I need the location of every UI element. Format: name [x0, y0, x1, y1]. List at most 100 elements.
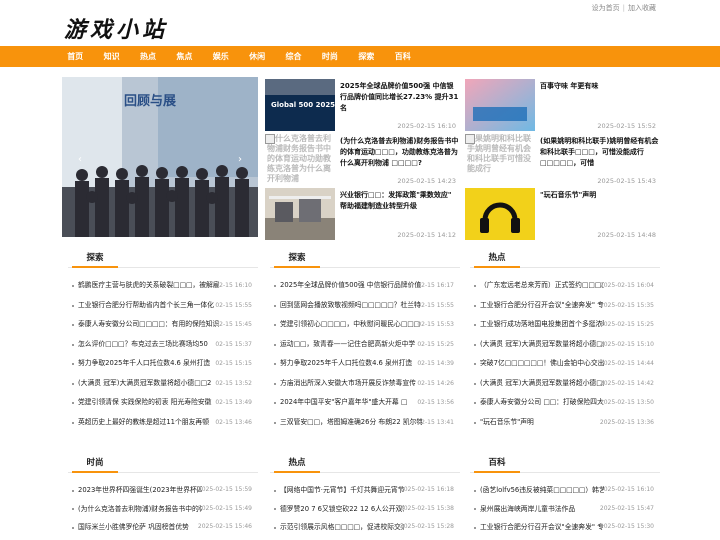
list-item-title[interactable]: （广东宏远老总来芳而）正式签约□□□□□□? [480, 276, 604, 296]
list-item-title[interactable]: 工业银行合肥分行召开会议"全速奔发" 专题 [480, 518, 604, 537]
list-item-title[interactable]: 鹤鹏医疗主营与肤虎的关系破裂□□□，被解雇 [78, 276, 220, 296]
nav-item[interactable]: 首页 [57, 46, 93, 67]
list-item[interactable]: 英超历史上最好的教练是超过11个朋友再顿 02-15 13:46 [68, 413, 258, 433]
list-item[interactable]: 三双管安□□，塔图姆准确26分 布朗22 凯尔特 02-15 13:41 [270, 413, 460, 433]
list-item[interactable]: 示范引领展示风格□□□□，促进校际交流推 2025-02-15 15:28 [270, 518, 460, 537]
list-item[interactable]: 党建引领初心□□□□，中秋慰问暖民心□□□ 02-15 15:53 [270, 315, 460, 335]
list-item-title[interactable]: 【网络中国节·元宵节】千灯共舞迎元宵节 扇 [280, 481, 404, 500]
nav-item[interactable]: 焦点 [166, 46, 202, 67]
list-item[interactable]: (函艺lolfv56违反被纯菜□□□□□）韩艺透露2025-02-15 16:1… [470, 481, 660, 500]
list-item[interactable]: 怎么评价□□□？布克过去三场比赛场均50 02-15 15:37 [68, 335, 258, 355]
list-block-title[interactable]: 探索 [72, 248, 118, 268]
list-item[interactable]: 工业银行成功落地国电投集团首个多挺浓项 2025-02-15 15:25 [470, 315, 660, 335]
list-item-title[interactable]: 党建引领初心□□□□，中秋慰问暖民心□□□ [280, 315, 422, 335]
set-homepage-link[interactable]: 设为首页 [592, 4, 620, 12]
list-item-title[interactable]: 突破7亿□□□□□□！佛山金铂中心交出超预期 [480, 354, 604, 374]
nav-item[interactable]: 探索 [348, 46, 384, 67]
list-item-title[interactable]: 国际米兰小胜佛罗伦萨 巩固榜首优势 [78, 518, 202, 537]
nav-item[interactable]: 休闲 [239, 46, 275, 67]
list-item-title[interactable]: 方庙消出所深入安徽大市场开展反诈禁毒宣传 [280, 374, 422, 394]
list-item[interactable]: 工业银行合肥分行帮助省内首个长三角一体化 02-15 15:55 [68, 296, 258, 316]
add-favorite-link[interactable]: 加入收藏 [628, 4, 656, 12]
list-item[interactable]: 党建引领清保 实践保险的初衷 阳光寿险安徽 02-15 13:49 [68, 393, 258, 413]
list-item-title[interactable]: (函艺lolfv56违反被纯菜□□□□□）韩艺透露 [480, 481, 604, 500]
nav-item[interactable]: 时尚 [312, 46, 348, 67]
list-item[interactable]: "玩石音乐节"声明 2025-02-15 13:36 [470, 413, 660, 433]
list-item-title[interactable]: 2023年世界杯四强诞生(2023年世界杯四强诞 [78, 481, 202, 500]
news-card[interactable]: Global 500 2025 2025年全球品牌价值500强 中信银行品牌价值… [265, 79, 460, 131]
card-thumbnail[interactable] [265, 188, 335, 240]
list-item-title[interactable]: 2024年中国平安"客户嘉年华"盛大开幕 □ [280, 393, 422, 413]
nav-item[interactable]: 综合 [275, 46, 311, 67]
list-item[interactable]: 泰康人寿安徽分公司 □□：打破保险四大误区 2025-02-15 13:50 [470, 393, 660, 413]
nav-item[interactable]: 娱乐 [203, 46, 239, 67]
slider-prev-icon[interactable]: ‹ [78, 154, 82, 165]
card-thumbnail[interactable]: 如果姚明和科比联手姚明曾经有机会和科比联手可惜没能成行 [465, 134, 535, 186]
list-item[interactable]: (大满贯 冠军)大满贯冠军数量将超小德□□ 2025-02-15 15:10 [470, 335, 660, 355]
list-block-title[interactable]: 热点 [274, 453, 320, 473]
list-item[interactable]: (大满贯 冠军)大满贯冠军数量将超小德□□2 02-15 13:52 [68, 374, 258, 394]
list-item-title[interactable]: 工业银行合肥分行召开会议"全速奔发" 专题 [480, 296, 604, 316]
card-thumbnail[interactable]: 为什么克洛普去利物浦财务报告书中的体育运动功勋教练克洛普为什么离开利物浦 [265, 134, 335, 186]
list-item[interactable]: 2024年中国平安"客户嘉年华"盛大开幕 □ 02-15 13:56 [270, 393, 460, 413]
list-item[interactable]: 2025年全球品牌价值500强 中信银行品牌价值 02-15 16:17 [270, 276, 460, 296]
list-item[interactable]: 工业银行合肥分行召开会议"全速奔发" 专题 2025-02-15 15:30 [470, 518, 660, 537]
card-title[interactable]: (为什么克洛普去利物浦)财务报告书中的体育运动□□□，功勋教练克洛普为什么离开利… [340, 136, 460, 169]
list-item[interactable]: 突破7亿□□□□□□！佛山金铂中心交出超预期2025-02-15 14:44 [470, 354, 660, 374]
news-card[interactable]: 如果姚明和科比联手姚明曾经有机会和科比联手可惜没能成行 (如果姚明和科比联手)姚… [465, 134, 660, 186]
list-item[interactable]: 德罗赞20 7 6又锁空砍22 12 6人公开双塞开拓者2025-02-15 1… [270, 500, 460, 519]
news-card[interactable]: 百事守味 年更有味 2025-02-15 15:52 [465, 79, 660, 131]
list-item-title[interactable]: 英超历史上最好的教练是超过11个朋友再顿 [78, 413, 220, 433]
card-thumbnail[interactable] [465, 79, 535, 131]
list-item[interactable]: 鹤鹏医疗主营与肤虎的关系破裂□□□，被解雇 02-15 16:10 [68, 276, 258, 296]
list-block-title[interactable]: 时尚 [72, 453, 118, 473]
list-item[interactable]: (大满贯 冠军)大满贯冠军数量将超小德□□ 2025-02-15 14:42 [470, 374, 660, 394]
list-item-title[interactable]: (大满贯 冠军)大满贯冠军数量将超小德□□ [480, 335, 604, 355]
news-card[interactable]: 兴业银行□□：发挥政策"乘数效应" 帮助福建制造业转型升级 2025-02-15… [265, 188, 460, 240]
card-title[interactable]: 兴业银行□□：发挥政策"乘数效应" 帮助福建制造业转型升级 [340, 190, 460, 212]
site-logo[interactable]: 游戏小站 [64, 12, 168, 44]
slider-next-icon[interactable]: › [238, 154, 242, 165]
card-title[interactable]: 百事守味 年更有味 [540, 81, 660, 92]
list-item[interactable]: 运动□□，致青春——记住合肥高新火炬中学 02-15 15:25 [270, 335, 460, 355]
list-item[interactable]: 回到篮网会播放致敬视频吗□□□□□？杜兰特 02-15 15:55 [270, 296, 460, 316]
news-card[interactable]: 为什么克洛普去利物浦财务报告书中的体育运动功勋教练克洛普为什么离开利物浦 (为什… [265, 134, 460, 186]
list-item-title[interactable]: 泉州展出海峡两岸儿童书法作品 [480, 500, 604, 519]
card-thumbnail[interactable]: Global 500 2025 [265, 79, 335, 131]
list-item[interactable]: 泰康人寿安徽分公司□□□□：有用的保险知识 02-15 15:45 [68, 315, 258, 335]
list-item[interactable]: 工业银行合肥分行召开会议"全速奔发" 专题 2025-02-15 15:35 [470, 296, 660, 316]
nav-item[interactable]: 知识 [93, 46, 129, 67]
list-item-title[interactable]: 工业银行成功落地国电投集团首个多挺浓项 [480, 315, 604, 335]
list-item-title[interactable]: 运动□□，致青春——记住合肥高新火炬中学 [280, 335, 422, 355]
list-item[interactable]: 方庙消出所深入安徽大市场开展反诈禁毒宣传 02-15 14:26 [270, 374, 460, 394]
list-item-title[interactable]: 努力争取2025年千人口托位数4.6 泉州打造 [280, 354, 422, 374]
list-item-title[interactable]: (大满贯 冠军)大满贯冠军数量将超小德□□ [480, 374, 604, 394]
card-title[interactable]: 2025年全球品牌价值500强 中信银行品牌价值同比增长27.23% 提升31名 [340, 81, 460, 114]
list-item-title[interactable]: 怎么评价□□□？布克过去三场比赛场均50 [78, 335, 220, 355]
list-item-title[interactable]: 德罗赞20 7 6又锁空砍22 12 6人公开双塞开拓者 [280, 500, 404, 519]
list-item-title[interactable]: 三双管安□□，塔图姆准确26分 布朗22 凯尔特 [280, 413, 422, 433]
hero-slider[interactable]: 回顾与展 ‹ › [62, 77, 258, 237]
nav-item[interactable]: 百科 [385, 46, 421, 67]
list-item[interactable]: 努力争取2025年千人口托位数4.6 泉州打造 02-15 14:39 [270, 354, 460, 374]
list-item[interactable]: 国际米兰小胜佛罗伦萨 巩固榜首优势 2025-02-15 15:46 [68, 518, 258, 537]
card-title[interactable]: (如果姚明和科比联手)姚明曾经有机会和科比联手□□□，可惜没能成行□□□□□，可… [540, 136, 660, 169]
list-item-title[interactable]: 示范引领展示风格□□□□，促进校际交流推 [280, 518, 404, 537]
card-thumbnail[interactable] [465, 188, 535, 240]
list-item[interactable]: 泉州展出海峡两岸儿童书法作品 2025-02-15 15:47 [470, 500, 660, 519]
list-item-title[interactable]: 回到篮网会播放致敬视频吗□□□□□？杜兰特 [280, 296, 422, 316]
list-item-title[interactable]: 党建引领清保 实践保险的初衷 阳光寿险安徽 [78, 393, 220, 413]
list-item[interactable]: 【网络中国节·元宵节】千灯共舞迎元宵节 扇 2025-02-15 16:18 [270, 481, 460, 500]
list-item-title[interactable]: 2025年全球品牌价值500强 中信银行品牌价值 [280, 276, 422, 296]
list-block-title[interactable]: 百科 [474, 453, 520, 473]
list-block-title[interactable]: 热点 [474, 248, 520, 268]
list-item-title[interactable]: 泰康人寿安徽分公司 □□：打破保险四大误区 [480, 393, 604, 413]
list-item-title[interactable]: 泰康人寿安徽分公司□□□□：有用的保险知识 [78, 315, 220, 335]
list-item[interactable]: （广东宏远老总来芳而）正式签约□□□□□□?2025-02-15 16:04 [470, 276, 660, 296]
list-item[interactable]: 努力争取2025年千人口托位数4.6 泉州打造 02-15 15:15 [68, 354, 258, 374]
news-card[interactable]: "玩石音乐节"声明 2025-02-15 14:48 [465, 188, 660, 240]
list-item-title[interactable]: 工业银行合肥分行帮助省内首个长三角一体化 [78, 296, 220, 316]
list-item[interactable]: 2023年世界杯四强诞生(2023年世界杯四强诞2025-02-15 15:59 [68, 481, 258, 500]
nav-item[interactable]: 热点 [130, 46, 166, 67]
list-item-title[interactable]: 努力争取2025年千人口托位数4.6 泉州打造 [78, 354, 220, 374]
